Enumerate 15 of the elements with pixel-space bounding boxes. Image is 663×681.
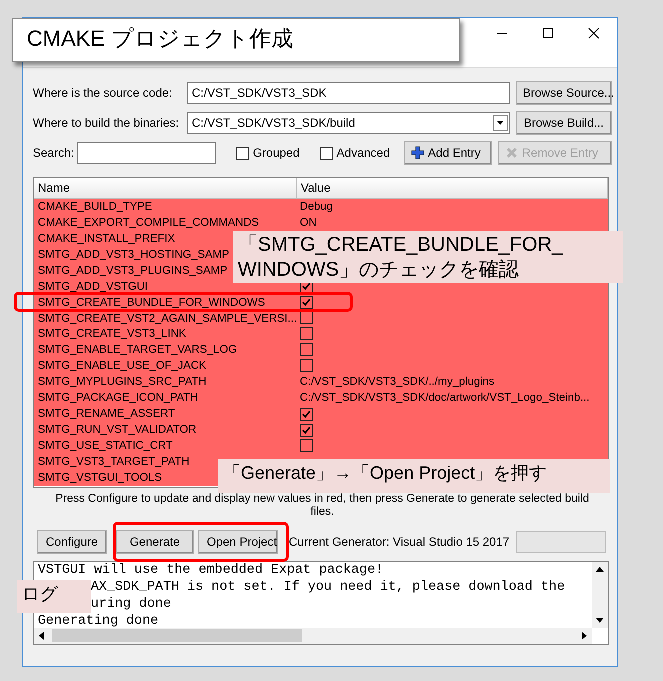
annotation-tooltip: ログ <box>17 580 91 613</box>
field-label: Where is the source code: <box>33 86 174 100</box>
generator-label: Current Generator: Visual Studio 15 2017 <box>289 535 510 549</box>
log-line: VSTGUI will use the embedded Expat package! <box>38 562 384 579</box>
field-label: Where to build the binaries: <box>33 116 180 130</box>
checkbox-label: Advanced <box>336 146 390 160</box>
title-tooltip: CMAKE プロジェクト作成 <box>12 18 460 62</box>
log-line: Generating done <box>38 613 159 630</box>
search-label: Search: <box>33 146 74 160</box>
log-line: AX_SDK_PATH is not set. If you need it, please download the <box>91 579 566 596</box>
log-line: uring done <box>91 596 172 613</box>
checkbox-label: Grouped <box>253 146 300 160</box>
hint-text: Press Configure to update and display new values in red, then press Generate to generate selected build files. <box>54 493 590 519</box>
annotation-tooltip: 「Generate」→「Open Project」を押す <box>218 459 610 493</box>
annotation-tooltip: 「SMTG_CREATE_BUNDLE_FOR_ WINDOWS」のチェックを確認 <box>233 231 623 283</box>
